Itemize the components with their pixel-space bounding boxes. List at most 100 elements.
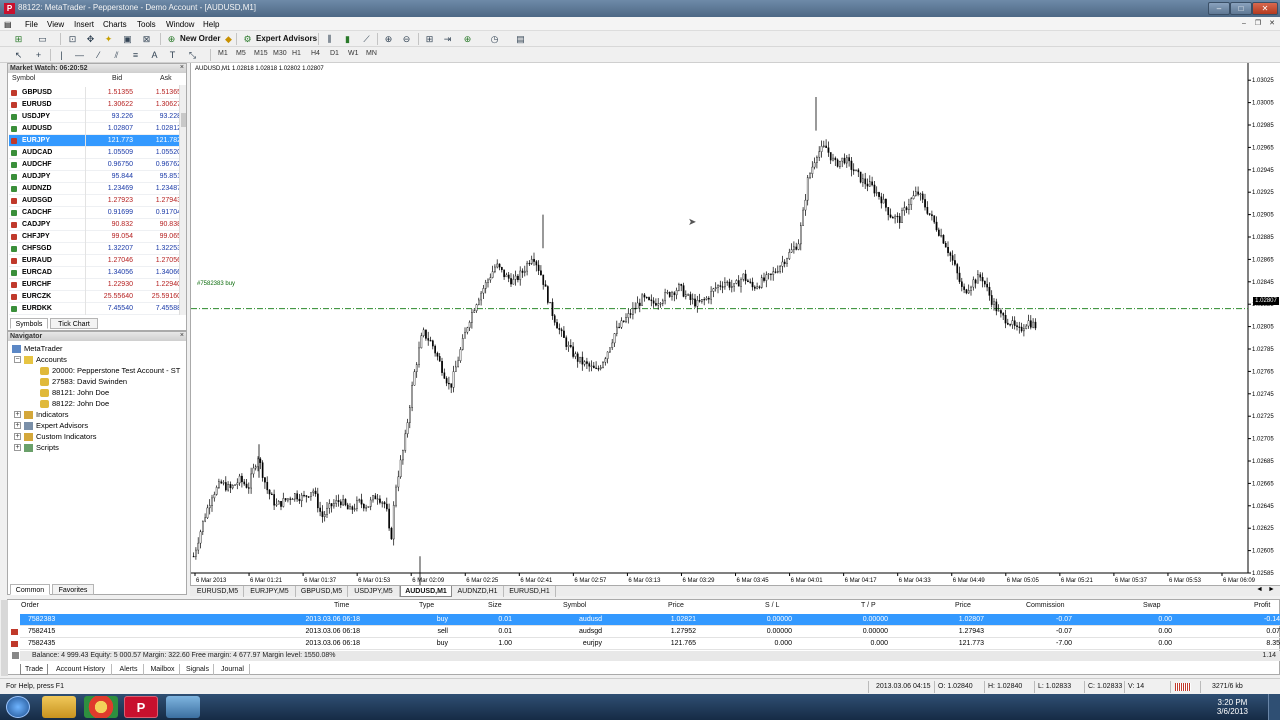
equidistant-channel-icon[interactable]: ⫽ bbox=[110, 49, 123, 61]
menu-tools[interactable]: Tools bbox=[137, 20, 156, 29]
symbol-row[interactable]: AUDUSD 1.02807 1.02812 bbox=[9, 123, 181, 135]
account-item[interactable]: 27583: David Swinden bbox=[40, 377, 127, 387]
symbol-row[interactable]: CHFJPY 99.054 99.065 bbox=[9, 231, 181, 243]
expand-icon[interactable]: + bbox=[14, 422, 21, 429]
crosshair-icon[interactable]: + bbox=[32, 49, 45, 61]
profiles-icon[interactable]: ▭ bbox=[36, 33, 49, 45]
expand-icon[interactable]: + bbox=[14, 444, 21, 451]
col-current-price[interactable]: Price bbox=[955, 602, 971, 609]
symbol-row[interactable]: CADCHF 0.91699 0.91704 bbox=[9, 207, 181, 219]
chart-tab-eurusd-m5[interactable]: EURUSD,M5 bbox=[192, 586, 244, 597]
table-row[interactable]: 7582435 2013.03.06 06:18 buy 1.00 eurjpy 121.… bbox=[11, 638, 1280, 650]
metaeditor-icon[interactable]: ◆ bbox=[222, 33, 235, 45]
col-symbol[interactable]: Symbol bbox=[12, 75, 35, 85]
chart-tab-audnzd-h1[interactable]: AUDNZD,H1 bbox=[452, 586, 504, 597]
tree-accounts[interactable]: Accounts bbox=[24, 355, 67, 365]
explorer-taskbar-icon[interactable] bbox=[42, 696, 76, 718]
tab-account-history[interactable]: Account History bbox=[50, 664, 112, 675]
timeframe-m5[interactable]: M5 bbox=[236, 50, 246, 57]
tab-mailbox[interactable]: Mailbox bbox=[146, 664, 180, 675]
zoom-out-icon[interactable]: ⊖ bbox=[400, 33, 413, 45]
tree-expert-advisors[interactable]: Expert Advisors bbox=[24, 421, 88, 431]
tester-icon[interactable]: ⊠ bbox=[140, 33, 153, 45]
expand-icon[interactable]: + bbox=[14, 433, 21, 440]
periods-icon[interactable]: ◷ bbox=[488, 33, 501, 45]
timeframe-d1[interactable]: D1 bbox=[330, 50, 339, 57]
symbol-row[interactable]: EURCAD 1.34056 1.34066 bbox=[9, 267, 181, 279]
chart-tab-usdjpy-m5[interactable]: USDJPY,M5 bbox=[348, 586, 400, 597]
scroll-right-icon[interactable]: ► bbox=[1268, 586, 1275, 593]
symbol-row[interactable]: EURJPY 121.773 121.782 bbox=[9, 135, 181, 147]
close-icon[interactable]: × bbox=[180, 64, 184, 71]
tab-symbols[interactable]: Symbols bbox=[10, 318, 48, 329]
timeframe-h4[interactable]: H4 bbox=[311, 50, 320, 57]
symbol-row[interactable]: AUDCHF 0.96750 0.96762 bbox=[9, 159, 181, 171]
mdi-minimize-icon[interactable]: – bbox=[1239, 19, 1249, 29]
minimize-button[interactable]: – bbox=[1208, 2, 1230, 15]
tab-signals[interactable]: Signals bbox=[182, 664, 214, 675]
symbol-row[interactable]: EURUSD 1.30622 1.30627 bbox=[9, 99, 181, 111]
table-row[interactable]: 7582383 2013.03.06 06:18 buy 0.01 audusd 1.02… bbox=[11, 614, 1280, 626]
menu-insert[interactable]: Insert bbox=[74, 20, 94, 29]
menu-charts[interactable]: Charts bbox=[103, 20, 127, 29]
close-icon[interactable]: × bbox=[180, 332, 184, 339]
start-button-icon[interactable] bbox=[6, 696, 30, 718]
tab-favorites[interactable]: Favorites bbox=[52, 584, 94, 595]
mdi-restore-icon[interactable]: ❐ bbox=[1253, 19, 1263, 29]
maximize-button[interactable]: □ bbox=[1230, 2, 1252, 15]
symbol-row[interactable]: AUDNZD 1.23469 1.23487 bbox=[9, 183, 181, 195]
symbol-row[interactable]: EURCHF 1.22930 1.22940 bbox=[9, 279, 181, 291]
chart-tab-eurusd-h1[interactable]: EURUSD,H1 bbox=[504, 586, 556, 597]
symbol-row[interactable]: CADJPY 90.832 90.838 bbox=[9, 219, 181, 231]
col-commission[interactable]: Commission bbox=[1026, 602, 1065, 609]
timeframe-mn[interactable]: MN bbox=[366, 50, 377, 57]
data-window-icon[interactable]: ✥ bbox=[84, 33, 97, 45]
trendline-icon[interactable]: ⁄ bbox=[92, 49, 105, 61]
col-tp[interactable]: T / P bbox=[861, 602, 876, 609]
fibonacci-icon[interactable]: ≡ bbox=[129, 49, 142, 61]
col-swap[interactable]: Swap bbox=[1143, 602, 1161, 609]
account-item[interactable]: 88121: John Doe bbox=[40, 388, 109, 398]
tab-trade[interactable]: Trade bbox=[20, 664, 48, 675]
menu-file[interactable]: File bbox=[25, 20, 38, 29]
col-bid[interactable]: Bid bbox=[112, 75, 122, 85]
tree-root[interactable]: MetaTrader bbox=[12, 344, 63, 354]
col-time[interactable]: Time bbox=[334, 602, 349, 609]
table-row[interactable]: 7582415 2013.03.06 06:18 sell 0.01 audsgd 1.2… bbox=[11, 626, 1280, 638]
new-chart-icon[interactable]: ⊞ bbox=[12, 33, 25, 45]
taskbar-clock[interactable]: 3:20 PM 3/6/2013 bbox=[1217, 698, 1248, 716]
col-price[interactable]: Price bbox=[668, 602, 684, 609]
symbol-row[interactable]: AUDSGD 1.27923 1.27943 bbox=[9, 195, 181, 207]
templates-icon[interactable]: ▤ bbox=[514, 33, 527, 45]
navigator-icon[interactable]: ✦ bbox=[102, 33, 115, 45]
market-watch-icon[interactable]: ⊡ bbox=[66, 33, 79, 45]
menu-doc-icon[interactable]: ▤ bbox=[4, 20, 12, 29]
text-tool-icon[interactable]: A bbox=[148, 49, 161, 61]
candlestick-icon[interactable]: ▮ bbox=[341, 33, 354, 45]
col-size[interactable]: Size bbox=[488, 602, 502, 609]
tab-journal[interactable]: Journal bbox=[216, 664, 250, 675]
chart-tab-eurjpy-m5[interactable]: EURJPY,M5 bbox=[244, 586, 296, 597]
timeframe-h1[interactable]: H1 bbox=[292, 50, 301, 57]
metatrader-taskbar-icon[interactable]: P bbox=[124, 696, 158, 718]
price-chart[interactable]: 1.03025 1.03005 1.02985 1.02965 1.02945 1.029… bbox=[191, 63, 1280, 585]
menu-view[interactable]: View bbox=[47, 20, 64, 29]
chart-tab-gbpusd-m5[interactable]: GBPUSD,M5 bbox=[296, 586, 348, 597]
col-profit[interactable]: Profit bbox=[1254, 602, 1270, 609]
symbol-row[interactable]: CHFSGD 1.32207 1.32253 bbox=[9, 243, 181, 255]
col-type[interactable]: Type bbox=[419, 602, 434, 609]
symbol-row[interactable]: GBPUSD 1.51355 1.51365 bbox=[9, 87, 181, 99]
tree-custom-indicators[interactable]: Custom Indicators bbox=[24, 432, 96, 442]
col-sl[interactable]: S / L bbox=[765, 602, 779, 609]
chrome-taskbar-icon[interactable] bbox=[84, 696, 118, 718]
symbol-row[interactable]: EURAUD 1.27046 1.27056 bbox=[9, 255, 181, 267]
indicators-icon[interactable]: ⊕ bbox=[461, 33, 474, 45]
tile-windows-icon[interactable]: ⊞ bbox=[423, 33, 436, 45]
text-label-icon[interactable]: T bbox=[166, 49, 179, 61]
col-order[interactable]: Order bbox=[21, 602, 39, 609]
menu-help[interactable]: Help bbox=[203, 20, 219, 29]
account-item[interactable]: 88122: John Doe bbox=[40, 399, 109, 409]
chart-shift-icon[interactable]: ⇥ bbox=[441, 33, 454, 45]
scroll-left-icon[interactable]: ◄ bbox=[1256, 586, 1263, 593]
title-bar[interactable]: P 88122: MetaTrader - Pepperstone - Demo… bbox=[0, 0, 1280, 17]
